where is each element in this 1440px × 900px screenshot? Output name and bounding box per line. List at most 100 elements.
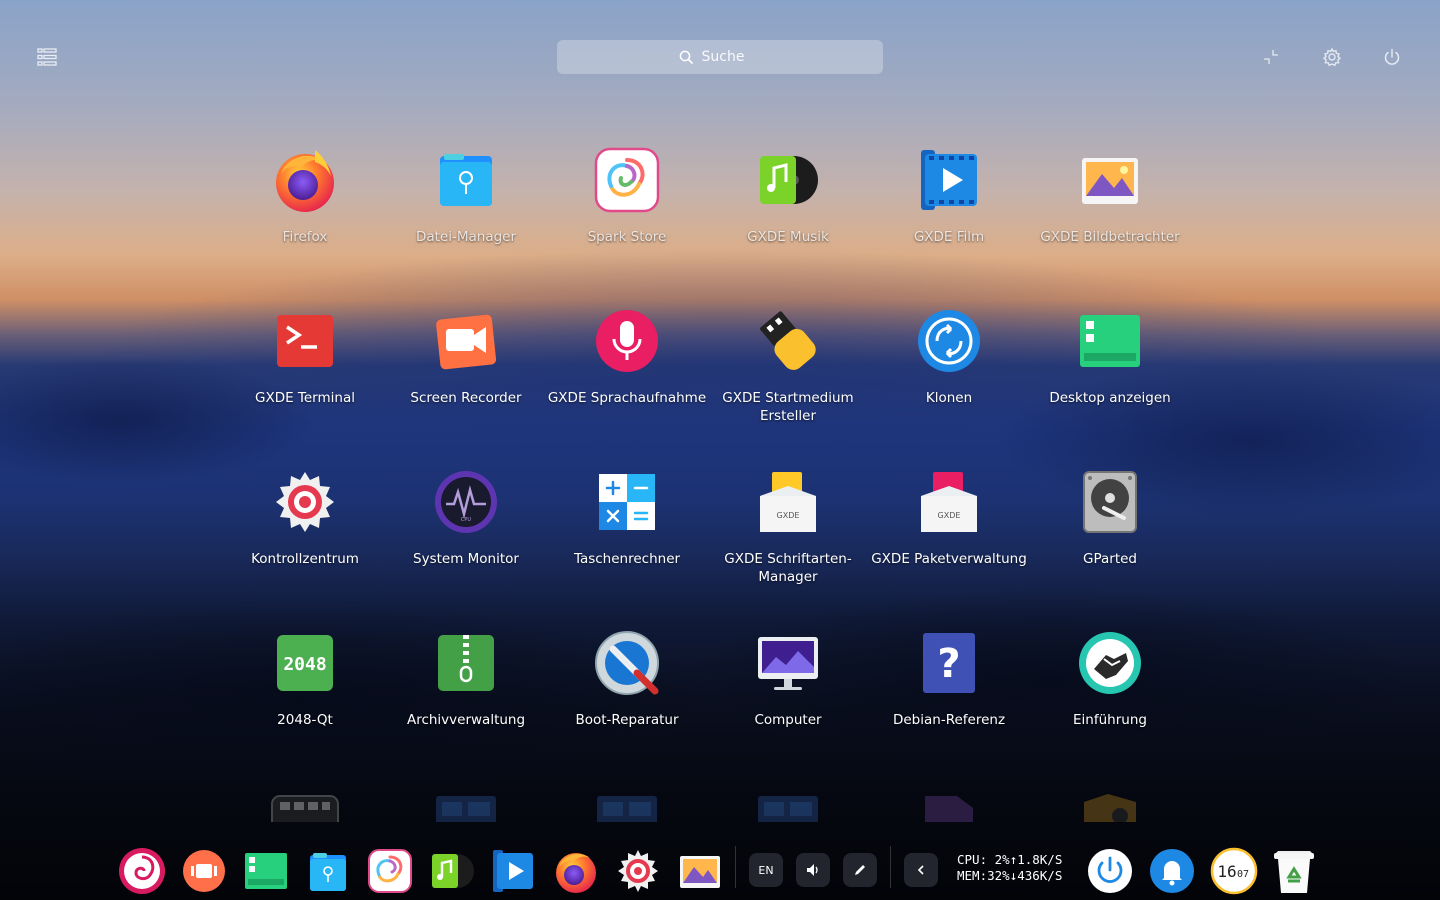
clock-face-icon: 16 07 [1210,847,1258,895]
app-label: GXDE Film [913,229,985,245]
volume-button[interactable] [796,853,830,887]
system-monitor-readout[interactable]: CPU: 2%↑1.8K/S MEM:32%↓436K/S [957,852,1077,888]
settings-gear-icon[interactable] [1322,47,1342,67]
app-partial-2[interactable] [595,790,665,822]
app-desktop-anzeigen[interactable]: Desktop anzeigen [1030,303,1190,443]
app-label: Archivverwaltung [406,712,526,728]
search-input[interactable] [701,49,762,65]
app-debian-referenz[interactable]: ? Debian-Referenz [869,625,1029,765]
svg-text:GXDE: GXDE [938,511,961,520]
app-computer[interactable]: Computer [708,625,868,765]
app-gparted[interactable]: GParted [1030,464,1190,604]
app-einfuehrung[interactable]: Einführung [1030,625,1190,765]
hard-disk-icon [1083,471,1137,533]
app-gxde-bildbetrachter[interactable]: GXDE Bildbetrachter [1030,142,1190,282]
svg-text:GXDE: GXDE [777,511,800,520]
app-label: GParted [1083,551,1137,567]
app-screen-recorder[interactable]: Screen Recorder [386,303,546,443]
clock-widget[interactable]: 16 07 [1210,847,1258,895]
tray-expand-button[interactable] [904,853,938,887]
keyboard-layout-button[interactable]: EN [749,853,783,887]
power-icon[interactable] [1382,47,1402,67]
app-klonen[interactable]: Klonen [869,303,1029,443]
app-label: Kontrollzentrum [251,551,359,567]
app-label: GXDE Terminal [255,390,355,406]
app-label: GXDE Paketverwaltung [871,551,1027,567]
app-archivverwaltung[interactable]: Archivverwaltung [386,625,546,765]
app-partial-keyboard[interactable] [270,790,340,822]
screenshot-pen-button[interactable] [843,853,877,887]
app-gxde-film[interactable]: GXDE Film [869,142,1029,282]
usb-drive-icon [760,311,816,370]
image-viewer-dock-icon[interactable] [676,847,724,895]
app-gxde-startmedium-ersteller[interactable]: GXDE Startmedium Ersteller [708,303,868,443]
exit-fullscreen-icon[interactable] [1261,47,1281,67]
firefox-dock-icon[interactable] [552,847,600,895]
app-gxde-schriftarten-manager[interactable]: GXDE GXDE Schriftarten-Manager [708,464,868,604]
font-manager-icon: GXDE [760,472,816,532]
computer-monitor-icon [758,637,818,690]
app-label: 2048-Qt [277,712,333,728]
svg-text:2048: 2048 [283,654,326,675]
app-label: Firefox [282,229,328,245]
screen-recorder-icon [436,314,497,370]
app-label: Desktop anzeigen [1049,390,1171,406]
app-label: Datei-Manager [415,229,517,245]
spark-store-icon [594,147,660,213]
control-center-dock-icon[interactable] [614,847,662,895]
file-manager-dock-icon[interactable] [304,847,352,895]
app-spark-store[interactable]: Spark Store [547,142,707,282]
chevron-left-icon [917,865,924,875]
search-icon [679,50,693,64]
app-kontrollzentrum[interactable]: Kontrollzentrum [225,464,385,604]
app-partial-4[interactable] [917,790,987,822]
app-partial-3[interactable] [756,790,826,822]
app-label: Spark Store [587,229,667,245]
app-boot-reparatur[interactable]: Boot-Reparatur [547,625,707,765]
app-label: Klonen [925,390,973,406]
app-partial-5[interactable] [1078,790,1148,822]
app-gxde-terminal[interactable]: GXDE Terminal [225,303,385,443]
app-2048-qt[interactable]: 2048 2048-Qt [225,625,385,765]
app-partial-1[interactable] [434,790,504,822]
launcher-icon[interactable] [118,847,166,895]
spark-store-dock-icon[interactable] [366,847,414,895]
shutdown-dock-icon[interactable] [1086,847,1134,895]
trash-icon[interactable] [1270,847,1318,895]
app-gxde-paketverwaltung[interactable]: GXDE GXDE Paketverwaltung [869,464,1029,604]
app-label: Boot-Reparatur [575,712,679,728]
app-label: GXDE Startmedium Ersteller [722,390,854,424]
video-dock-icon[interactable] [490,847,538,895]
list-view-icon[interactable] [36,46,58,68]
multitask-view-icon[interactable] [180,847,228,895]
app-gxde-musik[interactable]: GXDE Musik [708,142,868,282]
control-center-gear-icon [276,472,334,532]
app-label: System Monitor [413,551,519,567]
app-label: GXDE Bildbetrachter [1040,229,1180,245]
app-label: Computer [754,712,822,728]
app-firefox[interactable]: Firefox [225,142,385,282]
svg-text:07: 07 [1237,869,1249,880]
search-field[interactable] [557,40,883,74]
app-label: GXDE Sprachaufnahme [547,390,707,406]
clone-icon [918,310,980,372]
pen-icon [855,865,865,875]
music-dock-icon[interactable] [428,847,476,895]
handshake-icon [1079,632,1141,694]
app-system-monitor[interactable]: CPU System Monitor [386,464,546,604]
firefox-icon [276,150,334,212]
terminal-icon [277,315,333,367]
app-label: Taschenrechner [573,551,681,567]
show-desktop-dock-icon[interactable] [242,847,290,895]
svg-text:CPU: CPU [461,517,472,523]
app-gxde-sprachaufnahme[interactable]: GXDE Sprachaufnahme [547,303,707,443]
game-2048-icon: 2048 [277,635,333,691]
app-label: Debian-Referenz [892,712,1006,728]
app-datei-manager[interactable]: Datei-Manager [386,142,546,282]
speaker-icon [807,864,818,876]
notification-bell-icon[interactable] [1148,847,1196,895]
show-desktop-icon [1080,315,1140,367]
system-monitor-icon: CPU [435,471,497,533]
app-taschenrechner[interactable]: Taschenrechner [547,464,707,604]
package-manager-icon: GXDE [921,472,977,532]
